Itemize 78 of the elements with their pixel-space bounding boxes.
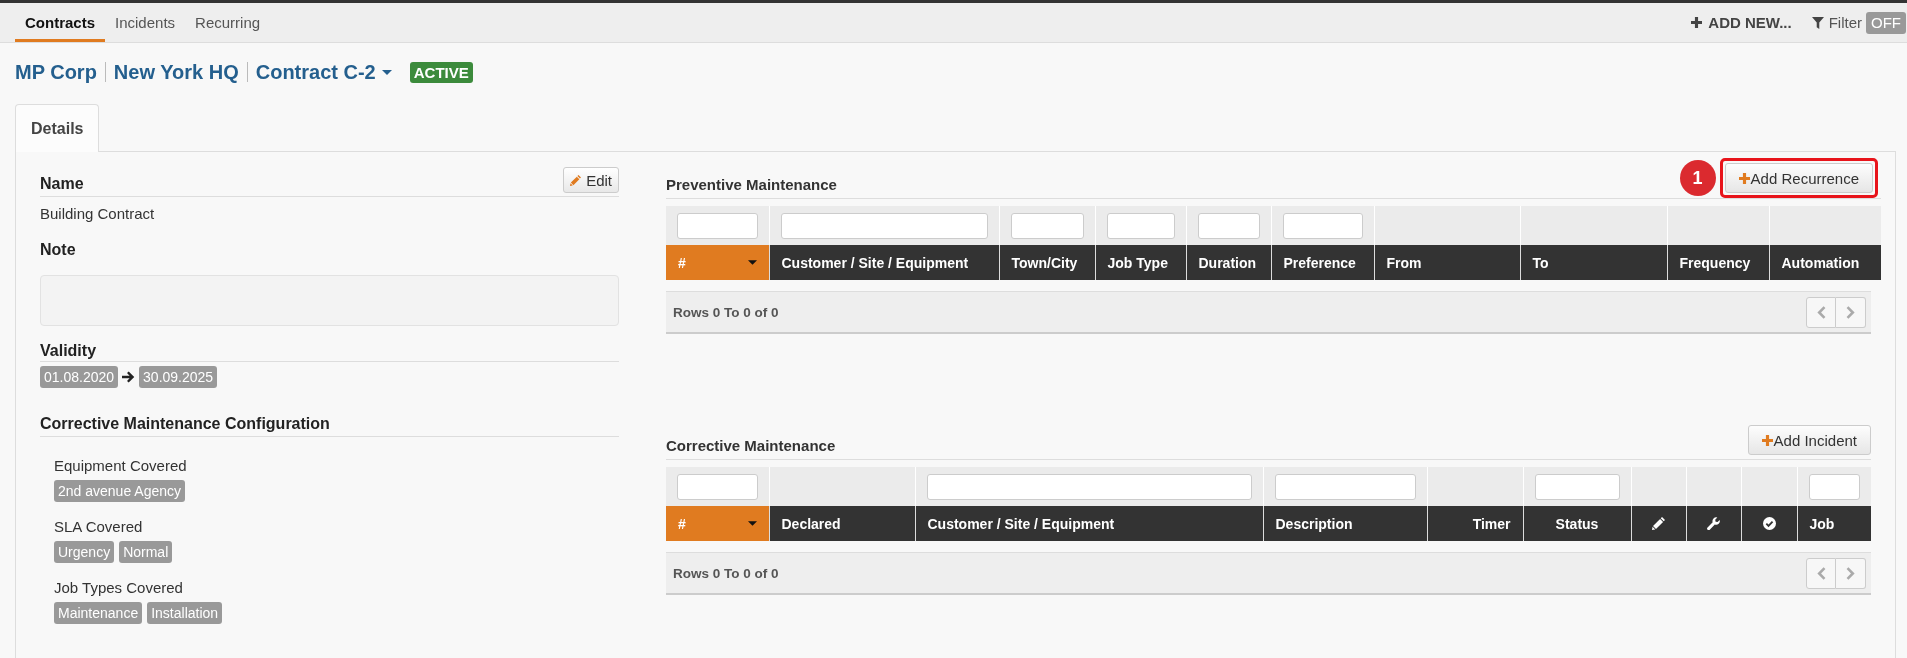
rows-count: Rows 0 To 0 of 0 xyxy=(673,304,779,320)
coverage-tag: Installation xyxy=(147,602,223,624)
field-value: Building Contract xyxy=(40,205,156,223)
column-header[interactable]: Declared xyxy=(769,506,915,541)
plus-icon xyxy=(1691,17,1703,28)
filter-input[interactable] xyxy=(1106,212,1175,239)
caret-down-icon xyxy=(747,521,757,526)
column-header[interactable]: Job xyxy=(1797,506,1871,541)
field-label: Note xyxy=(40,241,77,259)
wrench-icon xyxy=(1707,517,1720,530)
rows-count: Rows 0 To 0 of 0 xyxy=(673,565,779,581)
breadcrumb-link[interactable]: MP Corp xyxy=(15,60,97,84)
filter-input[interactable] xyxy=(677,473,758,500)
column-header[interactable]: Description xyxy=(1263,506,1427,541)
coverage-tag: 2nd avenue Agency xyxy=(54,480,185,502)
filter-input[interactable] xyxy=(926,473,1252,500)
column-header[interactable]: Duration xyxy=(1186,245,1271,280)
nav-tab[interactable]: Incidents xyxy=(105,3,186,42)
add-new-button[interactable]: ADD NEW... xyxy=(1691,14,1792,31)
chevron-left-icon xyxy=(1816,566,1826,580)
edit-button[interactable]: Edit xyxy=(563,167,619,193)
arrow-right-icon xyxy=(122,371,136,383)
column-header[interactable]: Timer xyxy=(1427,506,1523,541)
plus-icon xyxy=(1761,434,1773,446)
breadcrumb-link[interactable]: New York HQ xyxy=(113,60,239,84)
column-header[interactable]: Town/City xyxy=(999,245,1095,280)
breadcrumb-link[interactable]: Contract C-2 xyxy=(255,60,392,84)
filter-input[interactable] xyxy=(1197,212,1260,239)
filter-input[interactable] xyxy=(1534,473,1620,500)
coverage-tag: Normal xyxy=(119,541,173,563)
column-header[interactable]: Frequency xyxy=(1667,245,1769,280)
caret-down-icon xyxy=(381,69,392,75)
field-label: Name xyxy=(40,175,84,193)
coverage-tag: Urgency xyxy=(54,541,115,563)
add-button[interactable]: Add Incident xyxy=(1747,425,1871,455)
section-heading: Corrective Maintenance Configuration xyxy=(40,415,330,433)
status-label: ACTIVE xyxy=(409,61,473,83)
filter-button[interactable]: Filter xyxy=(1811,14,1862,31)
details-tab[interactable]: Details xyxy=(15,104,100,152)
filter-input[interactable] xyxy=(1282,212,1363,239)
column-header[interactable]: To xyxy=(1520,245,1667,280)
nav-tab[interactable]: Recurring xyxy=(185,3,271,42)
chevron-right-icon xyxy=(1846,305,1855,319)
column-header[interactable]: Preference xyxy=(1271,245,1374,280)
section-title: Corrective Maintenance xyxy=(666,437,836,456)
column-header[interactable] xyxy=(1686,506,1741,541)
field-label: Validity xyxy=(40,342,97,360)
chevron-left-icon xyxy=(1816,305,1826,319)
column-header[interactable]: From xyxy=(1374,245,1520,280)
chevron-right-icon xyxy=(1846,566,1855,580)
filter-input[interactable] xyxy=(1274,473,1416,500)
group-label: Equipment Covered xyxy=(54,457,188,475)
check-circle-icon xyxy=(1762,517,1776,530)
group-label: Job Types Covered xyxy=(54,579,184,597)
plus-icon xyxy=(1738,172,1750,184)
column-header[interactable]: Job Type xyxy=(1095,245,1186,280)
date-tag: 30.09.2025 xyxy=(139,366,218,388)
nav-tab[interactable]: Contracts xyxy=(15,3,105,42)
filter-input[interactable] xyxy=(780,212,988,239)
column-header[interactable] xyxy=(1741,506,1797,541)
column-header[interactable]: Customer / Site / Equipment xyxy=(915,506,1263,541)
section-title: Preventive Maintenance xyxy=(666,176,837,195)
caret-down-icon xyxy=(747,260,757,265)
pencil-icon xyxy=(1652,517,1665,530)
filter-icon xyxy=(1811,16,1824,29)
filter-input[interactable] xyxy=(1808,473,1860,500)
filter-input[interactable] xyxy=(677,212,758,239)
column-header[interactable]: Automation xyxy=(1769,245,1881,280)
column-header[interactable]: Customer / Site / Equipment xyxy=(769,245,999,280)
column-header[interactable] xyxy=(1631,506,1686,541)
column-header[interactable]: Status xyxy=(1523,506,1631,541)
filter-input[interactable] xyxy=(1010,212,1084,239)
add-button[interactable]: Add Recurrence xyxy=(1724,163,1873,193)
group-label: SLA Covered xyxy=(54,518,144,536)
date-tag: 01.08.2020 xyxy=(40,366,119,388)
coverage-tag: Maintenance xyxy=(54,602,143,624)
pencil-icon xyxy=(570,174,582,186)
callout-number: 1 xyxy=(1679,160,1716,196)
